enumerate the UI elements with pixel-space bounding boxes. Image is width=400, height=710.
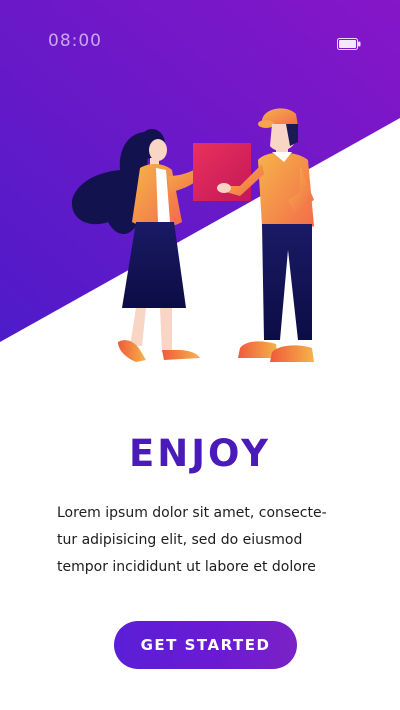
battery-icon (337, 35, 361, 50)
courier-delivery-illustration (71, 108, 314, 362)
description-text: Lorem ipsum dolor sit amet, consecte- tu… (57, 500, 357, 581)
status-time: 08:00 (48, 31, 102, 51)
description-line: tur adipisicing elit, sed do eiusmod (57, 532, 303, 548)
description-line: tempor incididunt ut labore et dolore (57, 559, 316, 575)
get-started-button[interactable]: GET STARTED (114, 621, 297, 669)
description-line: Lorem ipsum dolor sit amet, consecte- (57, 505, 327, 521)
status-bar: 08:00 (0, 0, 400, 80)
page-title: ENJOY (129, 432, 271, 475)
